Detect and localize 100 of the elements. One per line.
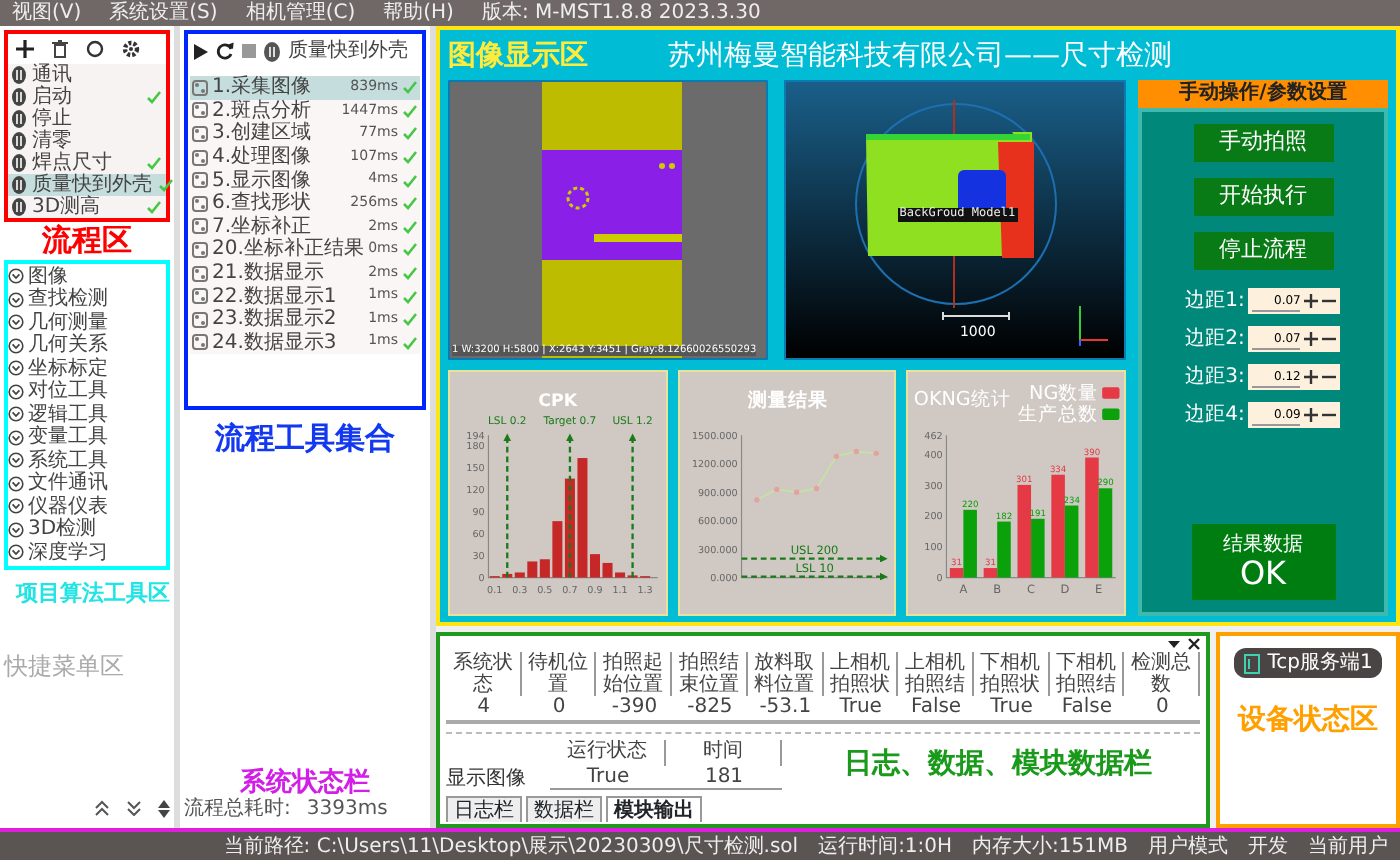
tool-icon bbox=[192, 172, 208, 189]
tool-icon bbox=[192, 288, 208, 305]
tool-icon bbox=[192, 218, 208, 235]
flow-item[interactable]: 通讯 bbox=[8, 64, 166, 86]
tool-category[interactable]: 坐标标定 bbox=[8, 357, 166, 380]
play-icon[interactable] bbox=[194, 43, 208, 59]
expand-icon bbox=[8, 452, 24, 469]
column-header: 拍照起始位置 bbox=[596, 652, 673, 696]
data-point bbox=[813, 485, 819, 492]
log-tab[interactable]: 日志栏 bbox=[446, 796, 522, 822]
table-cell-text: -53.1 bbox=[757, 696, 814, 720]
scroll-down-icon[interactable] bbox=[126, 800, 142, 816]
tool-category[interactable]: 仪器仪表 bbox=[8, 495, 166, 518]
tool-category[interactable]: 3D检测 bbox=[8, 518, 166, 541]
column-header: 上相机拍照结 bbox=[898, 652, 974, 696]
param-label: 边距2: bbox=[1185, 328, 1245, 350]
sort-icon[interactable] bbox=[158, 800, 170, 818]
tool-category[interactable]: 变量工具 bbox=[8, 426, 166, 449]
expand-icon bbox=[8, 498, 24, 515]
expand-icon bbox=[8, 360, 24, 377]
data-point bbox=[753, 497, 759, 503]
table-cell-text: -390 bbox=[609, 696, 660, 720]
expand-icon bbox=[8, 429, 24, 446]
tool-icon bbox=[192, 195, 208, 212]
action-button[interactable]: 手动拍照 bbox=[1193, 124, 1333, 162]
tool-category[interactable]: 几何关系 bbox=[8, 334, 166, 357]
decrement-icon[interactable] bbox=[1322, 408, 1337, 422]
total-time-label: 流程总耗时: bbox=[184, 798, 291, 820]
column-header: 下相机拍照结 bbox=[1049, 652, 1125, 696]
step-name: 20.坐标补正结果 bbox=[212, 238, 365, 261]
log-tab[interactable]: 模块输出 bbox=[606, 796, 702, 822]
circle-icon[interactable] bbox=[86, 40, 104, 58]
table-cell: 181 bbox=[666, 766, 782, 790]
column-header: 上相机拍照状 bbox=[823, 652, 899, 696]
data-point bbox=[773, 486, 779, 493]
device-button[interactable]: Tcp服务端1 bbox=[1233, 648, 1383, 678]
log-tab[interactable]: 数据栏 bbox=[526, 796, 602, 822]
chart-title: 测量结果 bbox=[747, 390, 827, 413]
total-time-value: 3393ms bbox=[306, 798, 388, 820]
tool-category[interactable]: 图像 bbox=[8, 265, 166, 288]
flow-item[interactable]: 启动 bbox=[8, 86, 166, 108]
table-cell-text: 0 bbox=[550, 696, 568, 720]
decrement-icon[interactable] bbox=[1322, 370, 1337, 384]
tool-icon bbox=[192, 265, 208, 282]
flow-icon bbox=[12, 198, 26, 216]
action-button[interactable]: 停止流程 bbox=[1193, 232, 1333, 270]
flow-item[interactable]: 焊点尺寸 bbox=[8, 152, 166, 174]
settings-icon[interactable] bbox=[122, 40, 140, 58]
zone-label: 图像显示区 bbox=[448, 42, 588, 74]
action-button[interactable]: 开始执行 bbox=[1193, 178, 1333, 216]
tool-category[interactable]: 几何测量 bbox=[8, 311, 166, 334]
tool-category[interactable]: 逻辑工具 bbox=[8, 403, 166, 426]
zone-label: 项目算法工具区 bbox=[13, 582, 170, 607]
decrement-icon[interactable] bbox=[1322, 332, 1337, 346]
app-title: 苏州梅曼智能科技有限公司——尺寸检测 bbox=[668, 42, 1172, 74]
table-cell-text: False bbox=[1059, 696, 1114, 720]
add-icon[interactable] bbox=[16, 40, 34, 58]
menu-item[interactable]: 系统设置(S) bbox=[109, 2, 218, 24]
expand-icon bbox=[8, 337, 24, 354]
step-name: 3.创建区域 bbox=[212, 122, 314, 145]
param-label: 边距1: bbox=[1185, 290, 1245, 312]
expand-icon bbox=[8, 521, 24, 538]
step-name: 4.处理图像 bbox=[212, 146, 314, 169]
tool-category[interactable]: 深度学习 bbox=[8, 541, 166, 564]
panel-header: 手动操作/参数设置 bbox=[1138, 80, 1388, 108]
delete-icon[interactable] bbox=[52, 40, 68, 58]
tool-category[interactable]: 查找检测 bbox=[8, 288, 166, 311]
menu-item[interactable]: 帮助(H) bbox=[383, 2, 454, 24]
tool-category[interactable]: 系统工具 bbox=[8, 449, 166, 472]
increment-icon[interactable] bbox=[1304, 370, 1319, 384]
scroll-up-icon[interactable] bbox=[94, 800, 110, 816]
expand-icon bbox=[8, 475, 24, 492]
tool-icon bbox=[192, 311, 208, 328]
increment-icon[interactable] bbox=[1304, 294, 1319, 308]
data-point bbox=[793, 489, 799, 495]
flow-item[interactable]: 停止 bbox=[8, 108, 166, 130]
flow-icon bbox=[264, 41, 280, 61]
menu-item[interactable]: 相机管理(C) bbox=[245, 2, 356, 24]
close-icon[interactable] bbox=[1188, 638, 1200, 650]
tool-icon bbox=[192, 102, 208, 119]
dropdown-icon[interactable] bbox=[1168, 638, 1180, 650]
tool-category[interactable]: 文件通讯 bbox=[8, 472, 166, 495]
tool-icon bbox=[192, 125, 208, 142]
table-cell-text: False bbox=[908, 696, 964, 720]
data-point bbox=[852, 448, 859, 455]
flow-item[interactable]: 3D测高 bbox=[8, 196, 166, 218]
status-text: 内存大小:151MB bbox=[972, 835, 1128, 857]
increment-icon[interactable] bbox=[1304, 408, 1319, 422]
expand-icon bbox=[8, 383, 24, 400]
table-cell-text: 0 bbox=[1153, 696, 1171, 720]
refresh-icon[interactable] bbox=[216, 42, 234, 60]
chart-title: OKNG统计 bbox=[914, 388, 1012, 411]
status-text: 当前用户 bbox=[1308, 835, 1388, 857]
flow-item[interactable]: 清零 bbox=[8, 130, 166, 152]
expand-icon bbox=[8, 406, 24, 423]
decrement-icon[interactable] bbox=[1322, 294, 1337, 308]
tool-category[interactable]: 对位工具 bbox=[8, 380, 166, 403]
data-point bbox=[833, 453, 839, 459]
increment-icon[interactable] bbox=[1304, 332, 1319, 346]
menu-item[interactable]: 视图(V) bbox=[12, 2, 82, 24]
